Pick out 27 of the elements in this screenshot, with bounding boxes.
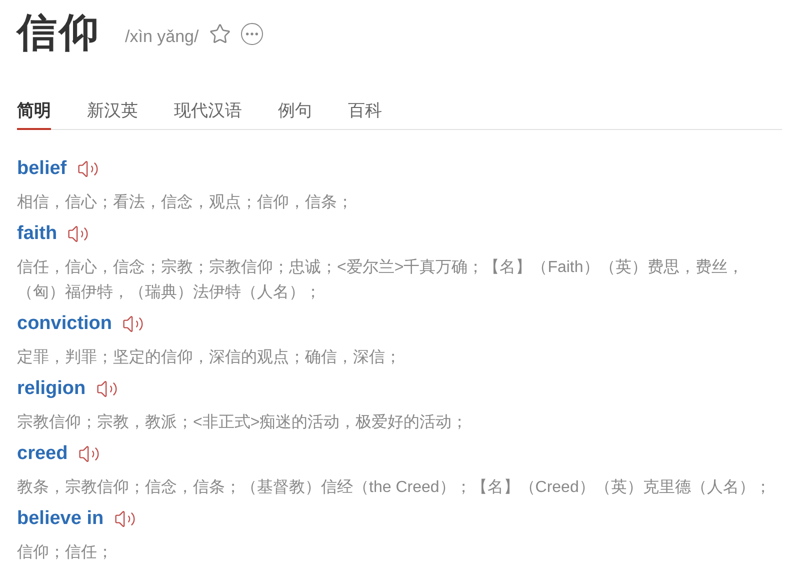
speaker-icon[interactable] [122, 313, 144, 335]
headword: 信仰 [17, 13, 101, 53]
tab[interactable]: 百科 [348, 94, 382, 130]
english-word[interactable]: creed [17, 440, 68, 468]
speaker-icon[interactable] [96, 378, 118, 400]
definition: 教条，宗教信仰；信念，信条；（基督教）信经（the Creed）；【名】（Creed）（英）克里德（人名）； [17, 478, 772, 498]
pinyin: /xìn yǎng/ [125, 26, 199, 48]
english-word[interactable]: faith [17, 220, 58, 248]
speaker-icon[interactable] [67, 223, 90, 245]
definition: 定罪，判罪；坚定的信仰，深信的观点；确信，深信； [17, 348, 402, 368]
tab[interactable]: 新汉英 [87, 94, 138, 130]
speaker-icon[interactable] [78, 443, 100, 465]
english-word[interactable]: believe in [17, 504, 104, 534]
tab[interactable]: 现代汉语 [174, 94, 242, 130]
english-word[interactable]: religion [17, 374, 86, 404]
speaker-icon[interactable] [114, 508, 136, 530]
tab[interactable]: 简明 [17, 94, 51, 130]
star-icon[interactable] [208, 23, 231, 45]
definition: 信任，信心，信念；宗教；宗教信仰；忠诚；<爱尔兰>千真万确；【名】（Faith）（英）费思，费丝，（匈）福伊特，（瑞典）法伊特（人名）； [17, 258, 744, 303]
tab[interactable]: 例句 [278, 94, 312, 130]
definition: 相信，信心；看法，信念，观点；信仰，信条； [17, 192, 354, 213]
definition: 信仰；信任； [17, 543, 114, 563]
more-icon[interactable] [240, 23, 263, 45]
english-word[interactable]: conviction [17, 310, 112, 338]
definition: 宗教信仰；宗教，教派；<非正式>痴迷的活动，极爱好的活动； [17, 412, 469, 433]
english-word[interactable]: belief [17, 154, 67, 184]
speaker-icon[interactable] [76, 158, 99, 180]
